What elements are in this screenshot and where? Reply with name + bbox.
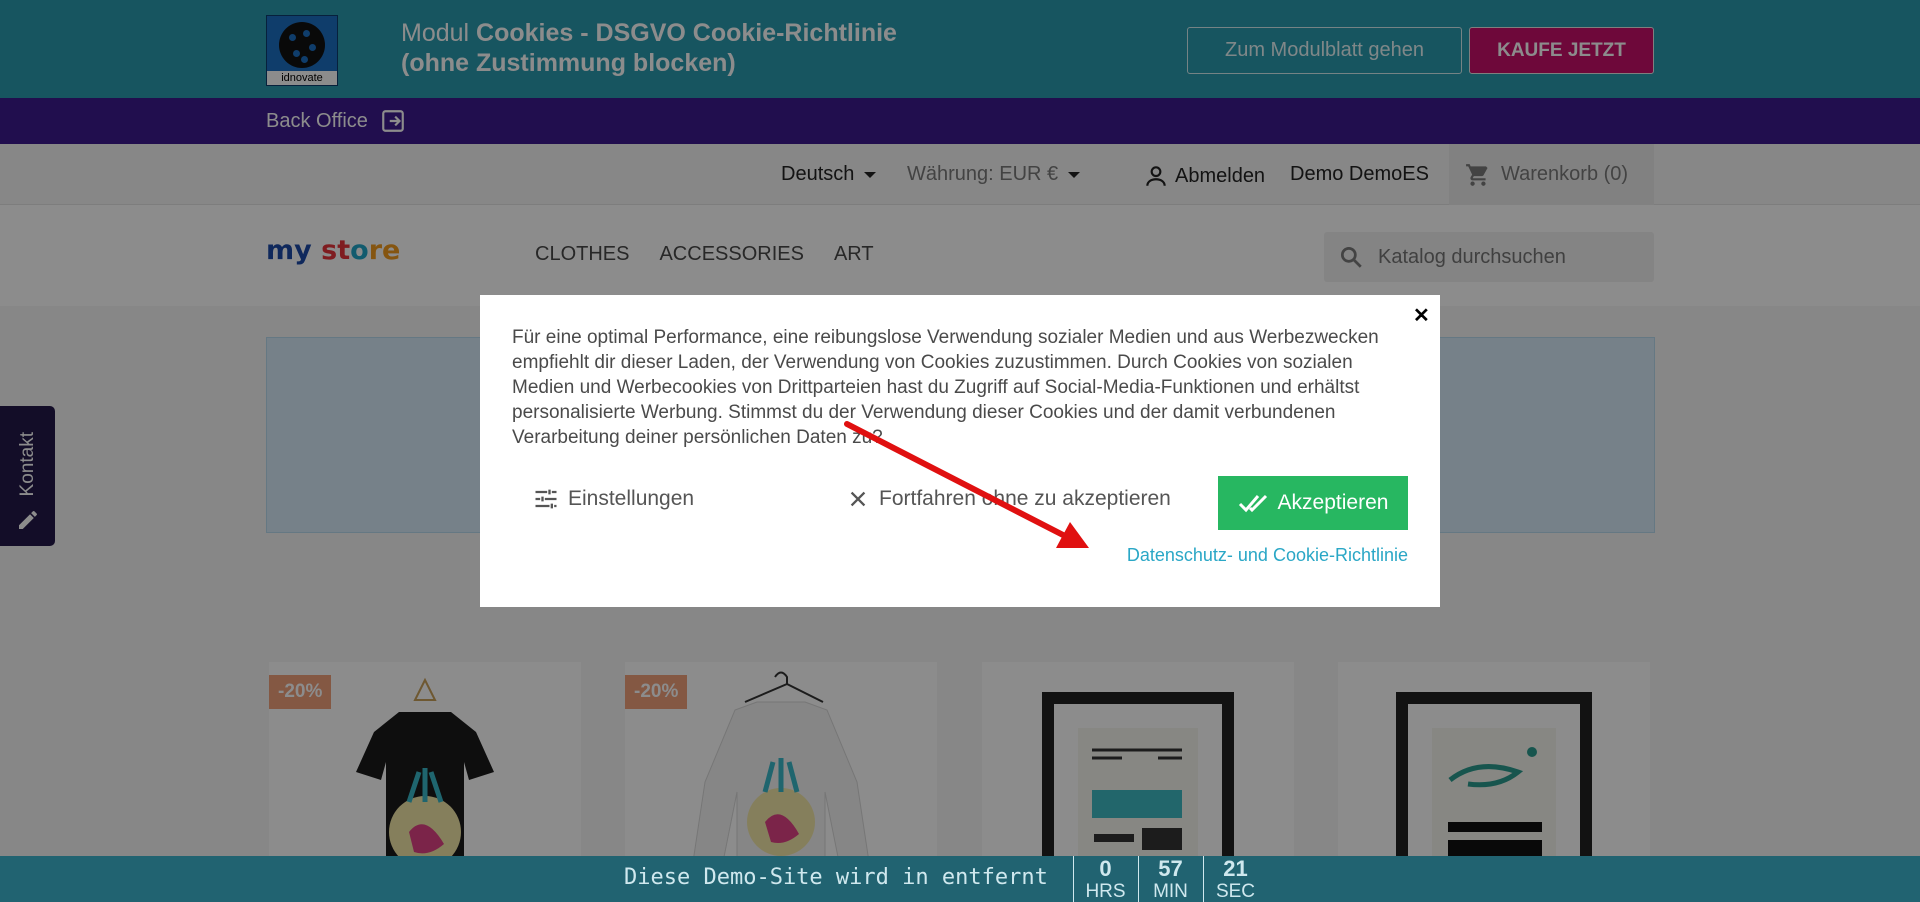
countdown-hours: 0 HRS [1073, 856, 1137, 902]
countdown-minutes: 57 MIN [1138, 856, 1202, 902]
demo-message: Diese Demo-Site wird in entfernt [624, 865, 1048, 890]
annotation-arrow [844, 421, 1089, 548]
countdown-seconds: 21 SEC [1203, 856, 1267, 902]
demo-countdown-bar: Diese Demo-Site wird in entfernt 0 HRS 57… [0, 856, 1920, 902]
